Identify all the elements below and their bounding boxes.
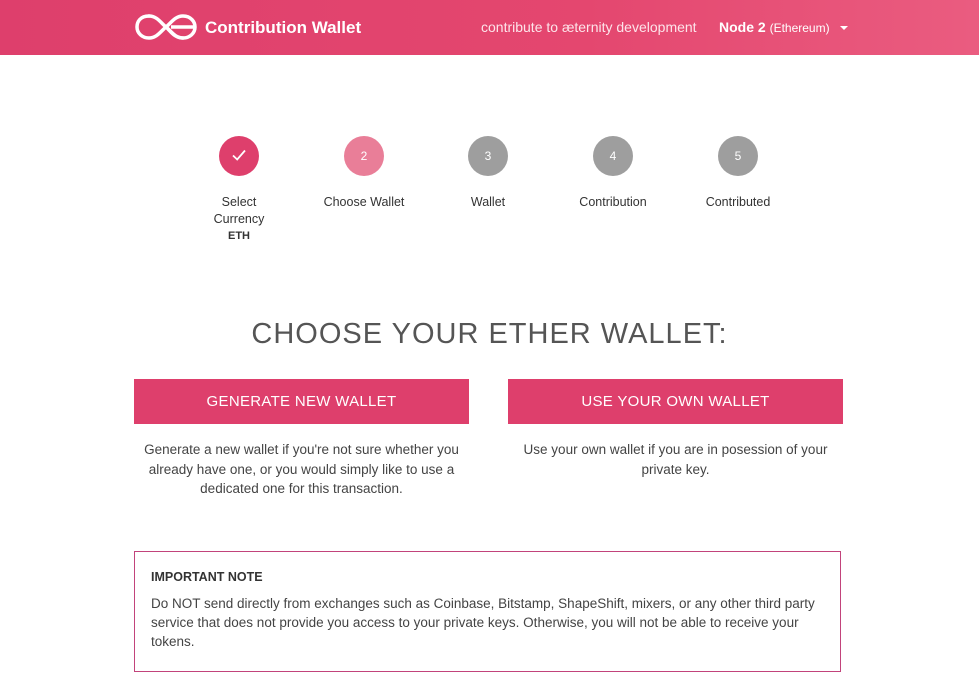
step-1-circle bbox=[219, 136, 259, 176]
step-wallet[interactable]: 3 Wallet bbox=[428, 136, 548, 211]
checkmark-icon bbox=[232, 150, 246, 162]
top-bar: Contribution Wallet contribute to æterni… bbox=[0, 0, 979, 55]
step-select-currency[interactable]: Select Currency ETH bbox=[179, 136, 299, 245]
own-wallet-description: Use your own wallet if you are in posess… bbox=[523, 442, 828, 477]
generate-new-wallet-button[interactable]: GENERATE NEW WALLET bbox=[134, 379, 469, 424]
step-5-circle: 5 bbox=[718, 136, 758, 176]
selected-currency: ETH bbox=[228, 230, 250, 242]
step-label: Contribution bbox=[579, 195, 647, 209]
tagline-link[interactable]: contribute to æternity development bbox=[481, 19, 697, 35]
step-choose-wallet[interactable]: 2 Choose Wallet bbox=[304, 136, 424, 211]
brand-title[interactable]: Contribution Wallet bbox=[205, 18, 361, 38]
step-label: Choose Wallet bbox=[323, 195, 405, 209]
step-4-circle: 4 bbox=[593, 136, 633, 176]
step-label-line: Select bbox=[221, 195, 257, 209]
node-label: Node 2 bbox=[719, 19, 766, 35]
step-3-circle: 3 bbox=[468, 136, 508, 176]
step-label: Contributed bbox=[705, 195, 771, 209]
node-network: (Ethereum) bbox=[769, 21, 830, 35]
step-contributed[interactable]: 5 Contributed bbox=[678, 136, 798, 211]
chevron-down-icon bbox=[839, 26, 848, 31]
use-own-wallet-button[interactable]: USE YOUR OWN WALLET bbox=[508, 379, 843, 424]
note-title: IMPORTANT NOTE bbox=[151, 570, 263, 584]
note-body: Do NOT send directly from exchanges such… bbox=[151, 596, 815, 649]
important-note-box: IMPORTANT NOTE Do NOT send directly from… bbox=[134, 551, 841, 672]
aeternity-logo-icon[interactable] bbox=[135, 12, 197, 42]
step-label: Select Currency ETH bbox=[179, 194, 299, 245]
step-label-line: Currency bbox=[213, 212, 265, 226]
node-selector[interactable]: Node 2 (Ethereum) bbox=[719, 19, 848, 35]
step-label: Wallet bbox=[470, 195, 506, 209]
generate-wallet-description: Generate a new wallet if you're not sure… bbox=[144, 442, 459, 496]
step-contribution[interactable]: 4 Contribution bbox=[553, 136, 673, 211]
step-2-circle: 2 bbox=[344, 136, 384, 176]
page-title: CHOOSE YOUR ETHER WALLET: bbox=[251, 318, 728, 350]
